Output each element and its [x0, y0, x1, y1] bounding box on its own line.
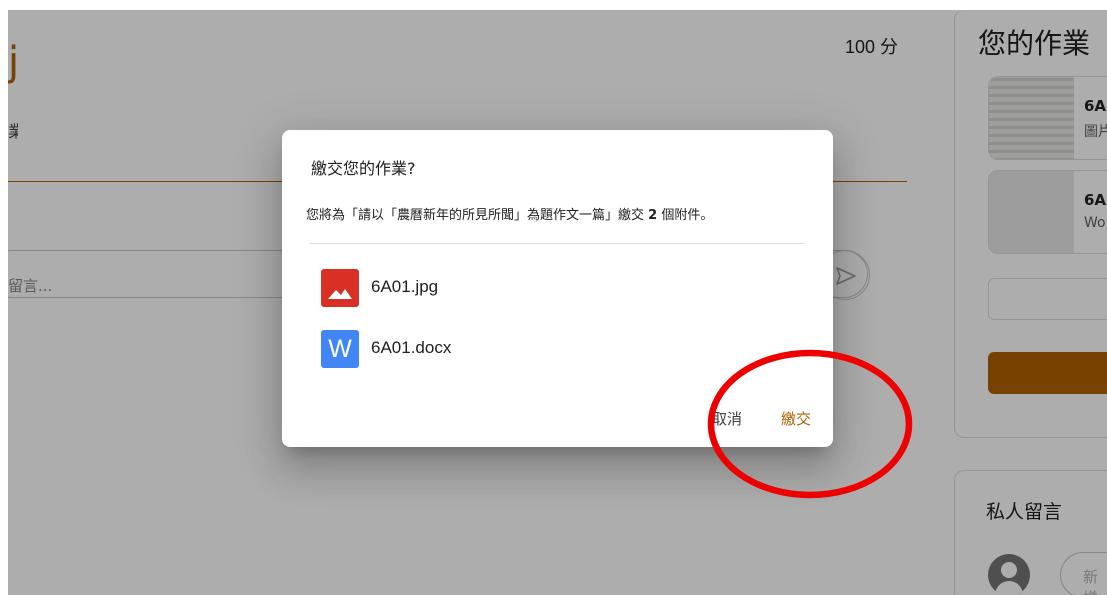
- left-margin: [0, 0, 8, 595]
- red-circle-annotation: [707, 349, 913, 499]
- file-name: 6A01.jpg: [371, 277, 439, 296]
- file-name: 6A01.docx: [371, 338, 452, 357]
- dialog-message: 您將為「請以「農曆新年的所見所聞」為題作文一篇」繳交 2 個附件。: [306, 204, 713, 223]
- word-file-icon: W: [321, 330, 359, 368]
- message-text: 您將為「請以「農曆新年的所見所聞」為題作文一篇」繳交: [306, 208, 649, 223]
- attachment-count: 2: [648, 208, 658, 223]
- message-suffix: 個附件。: [657, 208, 714, 223]
- dialog-title: 繳交您的作業?: [311, 159, 416, 178]
- image-file-icon: [321, 269, 359, 307]
- dialog-divider: [310, 243, 805, 244]
- top-margin: [0, 0, 1107, 10]
